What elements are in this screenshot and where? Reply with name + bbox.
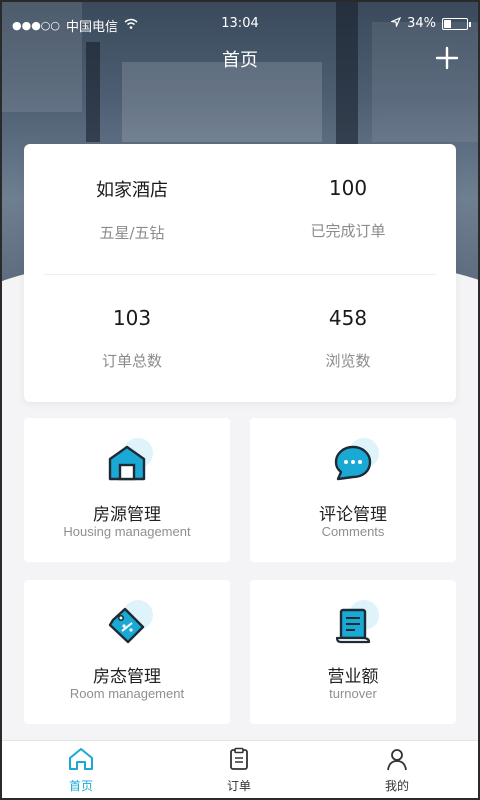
total-orders-label: 订单总数: [101, 352, 162, 370]
turnover-card[interactable]: 营业额 turnover: [250, 580, 456, 724]
location-icon: [389, 16, 402, 31]
views-stat[interactable]: 458 浏览数: [240, 306, 456, 371]
feature-title: 评论管理: [319, 505, 387, 525]
feature-subtitle: Comments: [321, 524, 385, 539]
user-icon: [387, 749, 407, 771]
feature-subtitle: turnover: [329, 686, 377, 701]
stats-card: 如家酒店 五星/五钻 100 已完成订单 103 订单总数 458 浏览数: [24, 144, 456, 402]
home-icon: [69, 748, 93, 770]
plus-icon: [435, 46, 459, 70]
hotel-info: 如家酒店 五星/五钻: [24, 176, 240, 243]
tab-orders-label: 订单: [226, 779, 251, 793]
bottom-tab-bar: 首页 订单 我的: [2, 740, 478, 798]
feature-title: 房源管理: [93, 505, 161, 525]
stats-divider: [44, 274, 436, 275]
tab-profile[interactable]: 我的: [318, 747, 476, 794]
chat-bubble-icon: [333, 438, 379, 482]
views-label: 浏览数: [325, 352, 371, 370]
tag-icon: [107, 600, 153, 644]
completed-orders-stat[interactable]: 100 已完成订单: [240, 176, 456, 241]
receipt-icon: [333, 600, 379, 644]
battery-percent: 34%: [407, 16, 436, 31]
page-title: 首页: [222, 50, 258, 71]
clipboard-icon: [230, 747, 248, 770]
feature-title: 营业额: [327, 667, 379, 687]
tab-profile-label: 我的: [384, 779, 409, 793]
completed-orders-label: 已完成订单: [310, 222, 386, 240]
app-screen: ●●●○○ 中国电信 13:04 34% 首页 如家酒店 五星/五钻 100 已…: [0, 0, 480, 800]
housing-management-card[interactable]: 房源管理 Housing management: [24, 418, 230, 562]
hotel-rating: 五星/五钻: [99, 224, 165, 242]
completed-orders-value: 100: [328, 176, 368, 200]
house-icon: [107, 438, 153, 482]
comments-management-card[interactable]: 评论管理 Comments: [250, 418, 456, 562]
status-bar: ●●●○○ 中国电信 13:04 34%: [2, 2, 478, 46]
total-orders-value: 103: [112, 306, 152, 330]
feature-title: 房态管理: [93, 667, 161, 687]
tab-home[interactable]: 首页: [2, 747, 160, 794]
total-orders-stat[interactable]: 103 订单总数: [24, 306, 240, 371]
hotel-name: 如家酒店: [96, 180, 168, 201]
tab-orders[interactable]: 订单: [160, 747, 318, 794]
room-management-card[interactable]: 房态管理 Room management: [24, 580, 230, 724]
feature-subtitle: Room management: [69, 686, 185, 701]
feature-subtitle: Housing management: [63, 524, 191, 539]
views-value: 458: [328, 306, 368, 330]
add-button[interactable]: [432, 42, 462, 72]
tab-home-label: 首页: [68, 779, 93, 793]
battery-icon: [442, 17, 471, 30]
